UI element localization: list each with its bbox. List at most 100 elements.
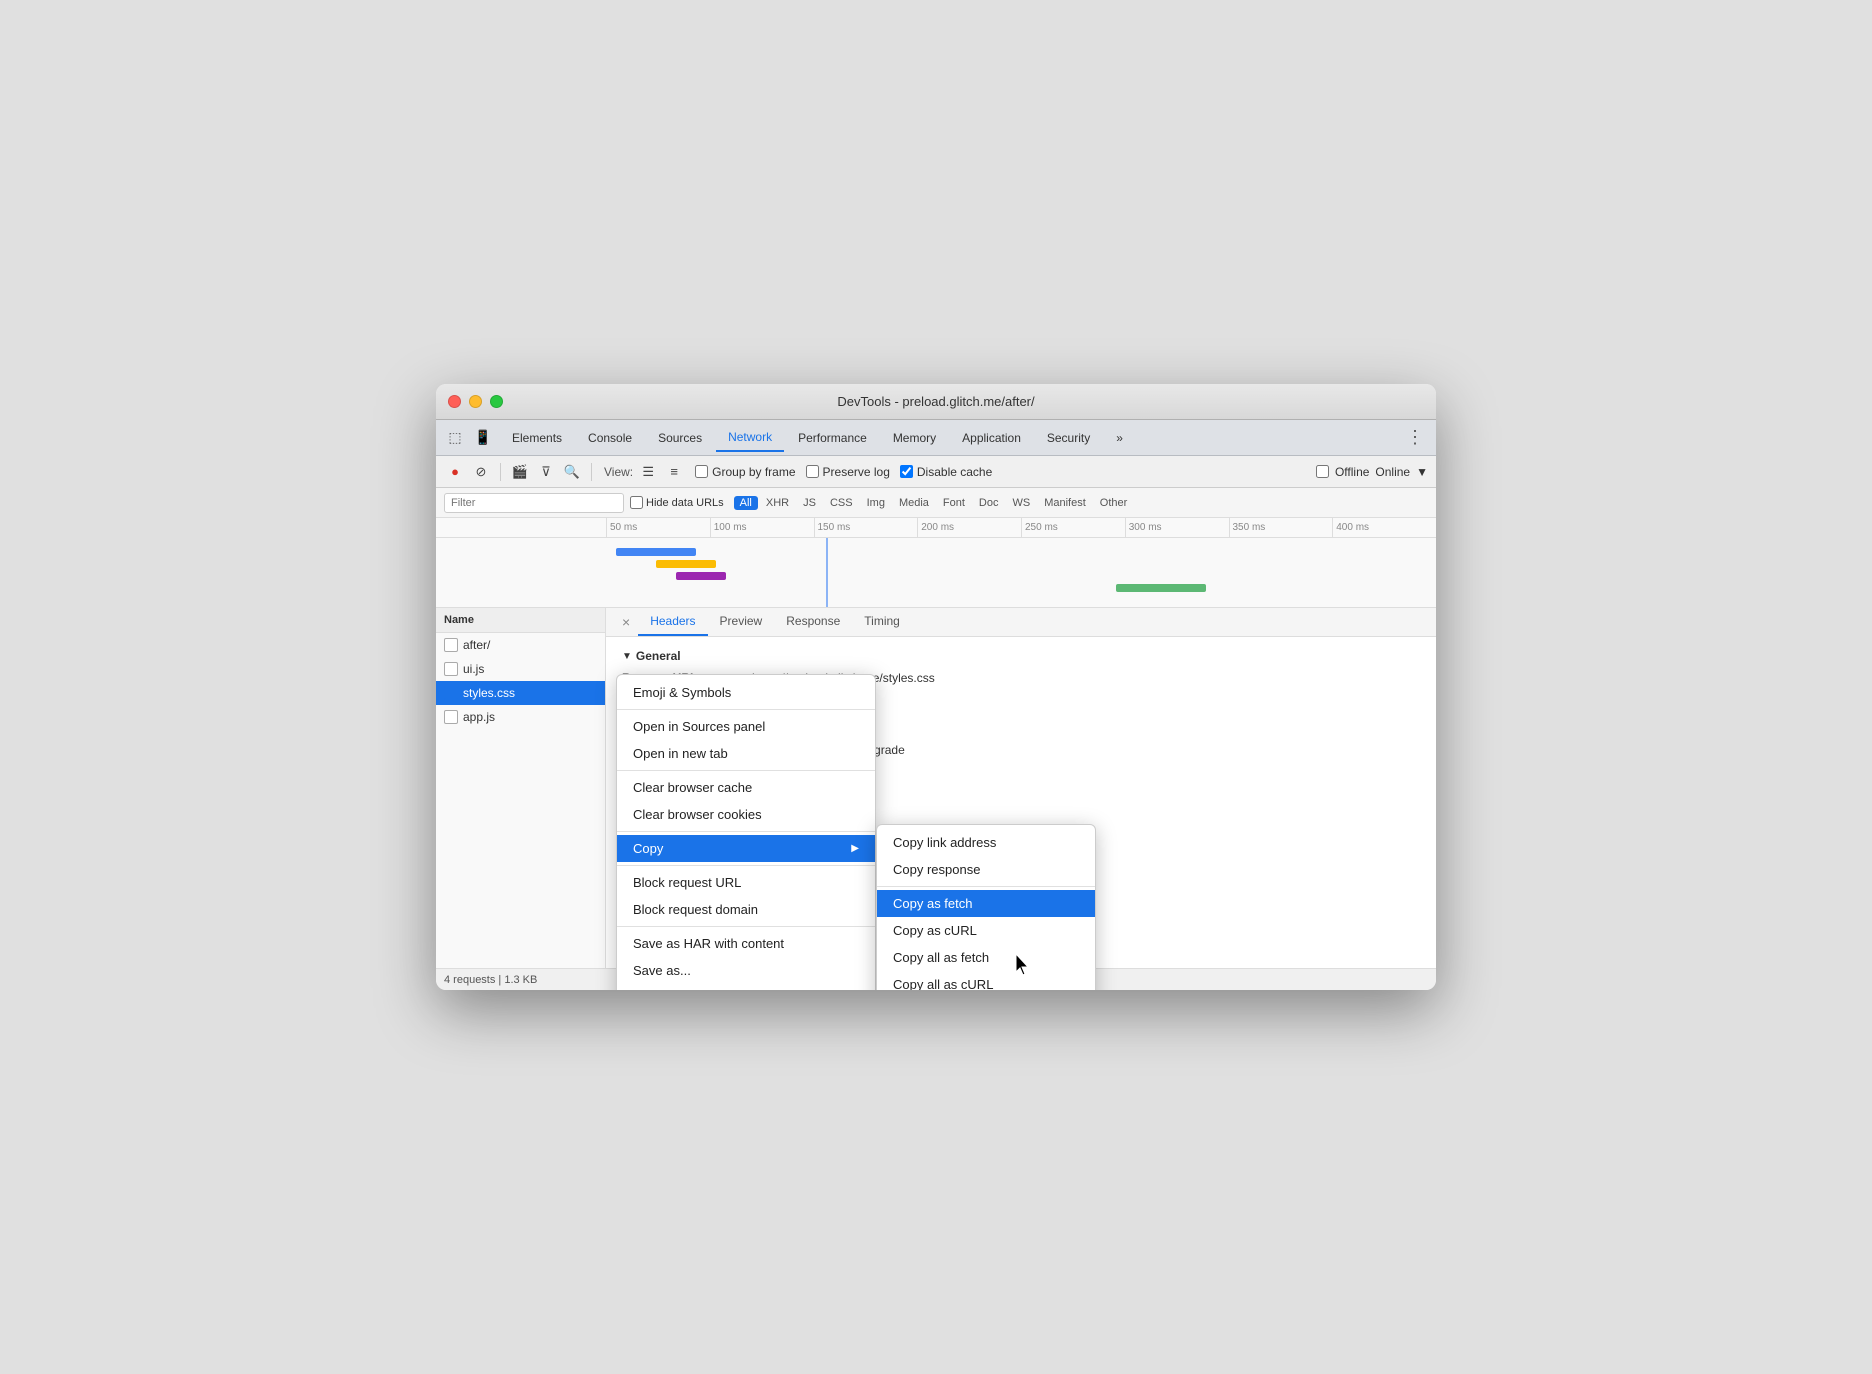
timeline-body [436,538,1436,608]
ctx-copy-link[interactable]: Copy link address [877,829,1095,856]
ctx-emoji-symbols[interactable]: Emoji & Symbols [617,679,875,706]
group-by-frame-checkbox[interactable] [695,465,708,478]
filter-button[interactable]: ⊽ [535,461,557,483]
file-icon-stylescss [444,686,458,700]
ctx-block-url[interactable]: Block request URL [617,869,875,896]
search-button[interactable]: 🔍 [561,461,583,483]
record-button[interactable]: ● [444,461,466,483]
tab-response[interactable]: Response [774,608,852,636]
filter-badge-other[interactable]: Other [1094,496,1134,510]
disable-cache-group: Disable cache [900,465,992,479]
hide-data-urls-label: Hide data URLs [646,497,724,509]
tab-bar: ⬚ 📱 Elements Console Sources Network Per… [436,420,1436,456]
devtools-window: DevTools - preload.glitch.me/after/ ⬚ 📱 … [436,384,1436,990]
file-label-stylescss: styles.css [463,686,515,700]
tab-application[interactable]: Application [950,424,1033,452]
disable-cache-label: Disable cache [917,465,992,479]
tick-150ms: 150 ms [814,518,918,537]
wf-bar-2 [656,560,716,568]
ctx-clear-cache[interactable]: Clear browser cache [617,774,875,801]
filter-badge-css[interactable]: CSS [824,496,859,510]
filter-badge-js[interactable]: JS [797,496,822,510]
hide-data-urls-group: Hide data URLs [630,496,724,509]
toolbar-separator-1 [500,463,501,481]
ctx-copy-as-fetch[interactable]: Copy as fetch [877,890,1095,917]
detail-tabs: × Headers Preview Response Timing [606,608,1436,637]
wf-bar-3 [676,572,726,580]
file-list-header: Name [436,608,605,633]
tab-headers[interactable]: Headers [638,608,707,636]
offline-checkbox[interactable] [1316,465,1329,478]
filter-input[interactable] [444,493,624,513]
detail-close-button[interactable]: × [614,608,638,636]
filter-badge-doc[interactable]: Doc [973,496,1005,510]
clear-button[interactable]: ⊘ [470,461,492,483]
inspect-icon[interactable]: ⬚ [444,427,466,449]
file-list: Name after/ ui.js styles.css app.js [436,608,606,968]
ctx-copy-arrow: ▶ [851,843,859,854]
disable-cache-checkbox[interactable] [900,465,913,478]
filter-badge-xhr[interactable]: XHR [760,496,795,510]
devtools-menu[interactable]: ⋮ [1402,427,1428,448]
ctx-copy[interactable]: Copy ▶ [617,835,875,862]
tab-elements[interactable]: Elements [500,424,574,452]
device-icon[interactable]: 📱 [472,427,494,449]
ctx-open-sources[interactable]: Open in Sources panel [617,713,875,740]
preserve-log-checkbox[interactable] [806,465,819,478]
window-title: DevTools - preload.glitch.me/after/ [837,394,1034,409]
filter-badge-manifest[interactable]: Manifest [1038,496,1092,510]
view-label: View: [604,465,633,479]
filter-badge-media[interactable]: Media [893,496,935,510]
ctx-copy-response[interactable]: Copy response [877,856,1095,883]
ctx-sep-3 [617,831,875,832]
filter-badge-font[interactable]: Font [937,496,971,510]
ctx-clear-cookies[interactable]: Clear browser cookies [617,801,875,828]
group-by-frame-label: Group by frame [712,465,795,479]
ctx-save-har[interactable]: Save as HAR with content [617,930,875,957]
tick-300ms: 300 ms [1125,518,1229,537]
file-label-appjs: app.js [463,710,495,724]
file-item-after[interactable]: after/ [436,633,605,657]
offline-group: Offline Online ▼ [1316,465,1428,479]
view-list-icon[interactable]: ☰ [637,461,659,483]
tab-console[interactable]: Console [576,424,644,452]
file-item-stylescss[interactable]: styles.css [436,681,605,705]
ctx-save-as[interactable]: Save as... [617,957,875,984]
ctx-copy-as-curl[interactable]: Copy as cURL [877,917,1095,944]
tick-200ms: 200 ms [917,518,1021,537]
tick-350ms: 350 ms [1229,518,1333,537]
close-button[interactable] [448,395,461,408]
submenu-sep-1 [877,886,1095,887]
tab-network[interactable]: Network [716,424,784,452]
maximize-button[interactable] [490,395,503,408]
throttle-dropdown-icon[interactable]: ▼ [1416,465,1428,479]
tab-memory[interactable]: Memory [881,424,948,452]
copy-submenu: Copy link address Copy response Copy as … [876,824,1096,990]
filter-badge-img[interactable]: Img [861,496,891,510]
ctx-open-new-tab[interactable]: Open in new tab [617,740,875,767]
ctx-copy-all-as-curl[interactable]: Copy all as cURL [877,971,1095,990]
minimize-button[interactable] [469,395,482,408]
screenshot-button[interactable]: 🎬 [509,461,531,483]
tick-100ms: 100 ms [710,518,814,537]
tab-security[interactable]: Security [1035,424,1102,452]
view-waterfall-icon[interactable]: ≡ [663,461,685,483]
timeline-marker [826,538,828,608]
ctx-save-overrides[interactable]: Save for overrides [617,984,875,990]
status-text: 4 requests | 1.3 KB [444,974,537,986]
tab-sources[interactable]: Sources [646,424,714,452]
tick-250ms: 250 ms [1021,518,1125,537]
file-item-uijs[interactable]: ui.js [436,657,605,681]
hide-data-urls-checkbox[interactable] [630,496,643,509]
ctx-block-domain[interactable]: Block request domain [617,896,875,923]
file-item-appjs[interactable]: app.js [436,705,605,729]
tab-performance[interactable]: Performance [786,424,879,452]
ctx-copy-all-as-fetch[interactable]: Copy all as fetch [877,944,1095,971]
tab-preview[interactable]: Preview [708,608,775,636]
file-icon-after [444,638,458,652]
ctx-sep-5 [617,926,875,927]
filter-badge-ws[interactable]: WS [1006,496,1036,510]
filter-badge-all[interactable]: All [734,496,758,510]
tab-more[interactable]: » [1104,424,1135,452]
tab-timing[interactable]: Timing [852,608,912,636]
